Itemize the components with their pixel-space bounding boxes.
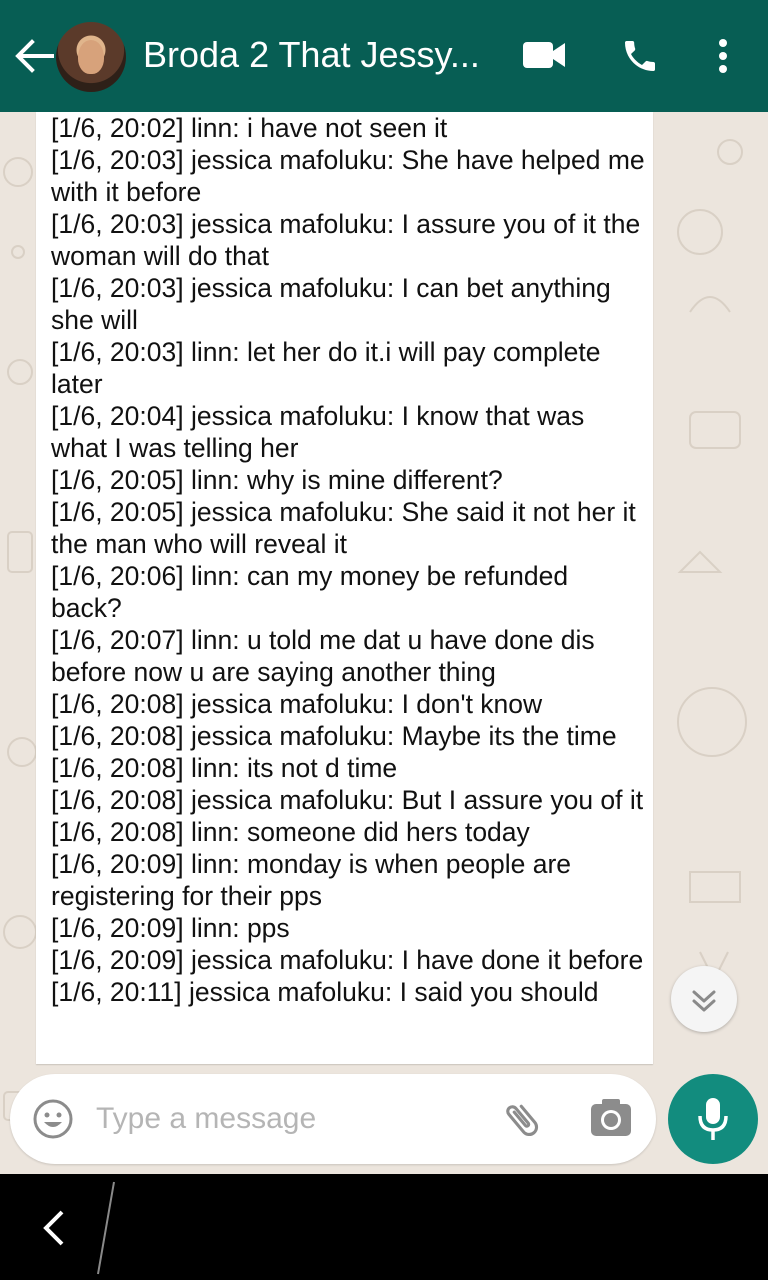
message-list: [1/6, 20:02] linn: i have not seen it [1/… bbox=[51, 112, 646, 1008]
more-options-icon[interactable] bbox=[716, 38, 730, 74]
message-line: [1/6, 20:11] jessica mafoluku: I said yo… bbox=[51, 977, 599, 1007]
message-line: [1/6, 20:03] jessica mafoluku: I can bet… bbox=[51, 273, 611, 335]
system-navigation-bar bbox=[0, 1174, 768, 1280]
emoji-icon[interactable] bbox=[32, 1098, 74, 1140]
message-line: [1/6, 20:08] jessica mafoluku: Maybe its… bbox=[51, 721, 617, 751]
avatar[interactable] bbox=[56, 22, 126, 92]
message-input[interactable]: Type a message bbox=[96, 1102, 316, 1136]
double-chevron-down-icon bbox=[692, 990, 716, 1012]
message-line: [1/6, 20:09] linn: pps bbox=[51, 913, 290, 943]
scroll-to-bottom-button[interactable] bbox=[671, 966, 737, 1032]
nav-back-icon[interactable] bbox=[40, 1210, 66, 1246]
message-line: [1/6, 20:09] linn: monday is when people… bbox=[51, 849, 572, 911]
message-line: [1/6, 20:02] linn: i have not seen it bbox=[51, 113, 448, 143]
voice-message-button[interactable] bbox=[668, 1074, 758, 1164]
camera-icon[interactable] bbox=[590, 1098, 632, 1138]
message-line: [1/6, 20:03] linn: let her do it.i will … bbox=[51, 337, 601, 399]
message-line: [1/6, 20:09] jessica mafoluku: I have do… bbox=[51, 945, 644, 975]
message-line: [1/6, 20:05] jessica mafoluku: She said … bbox=[51, 497, 636, 559]
message-line: [1/6, 20:05] linn: why is mine different… bbox=[51, 465, 503, 495]
message-line: [1/6, 20:08] jessica mafoluku: But I ass… bbox=[51, 785, 644, 815]
phone-icon[interactable] bbox=[620, 36, 660, 76]
message-line: [1/6, 20:07] linn: u told me dat u have … bbox=[51, 625, 595, 687]
chat-header: Broda 2 That Jessy... bbox=[0, 0, 768, 112]
back-arrow-icon[interactable] bbox=[14, 38, 54, 74]
video-call-icon[interactable] bbox=[522, 40, 566, 70]
attach-icon[interactable] bbox=[500, 1098, 544, 1142]
contact-name[interactable]: Broda 2 That Jessy... bbox=[143, 34, 483, 76]
message-line: [1/6, 20:03] jessica mafoluku: I assure … bbox=[51, 209, 641, 271]
nav-divider-icon bbox=[97, 1181, 115, 1275]
message-line: [1/6, 20:03] jessica mafoluku: She have … bbox=[51, 145, 645, 207]
mic-icon bbox=[698, 1098, 728, 1140]
message-line: [1/6, 20:08] linn: its not d time bbox=[51, 753, 398, 783]
message-line: [1/6, 20:08] linn: someone did hers toda… bbox=[51, 817, 530, 847]
message-line: [1/6, 20:04] jessica mafoluku: I know th… bbox=[51, 401, 585, 463]
message-bubble: [1/6, 20:02] linn: i have not seen it [1/… bbox=[36, 112, 653, 1064]
message-composer[interactable]: Type a message bbox=[10, 1074, 656, 1164]
message-line: [1/6, 20:08] jessica mafoluku: I don't k… bbox=[51, 689, 543, 719]
message-line: [1/6, 20:06] linn: can my money be refun… bbox=[51, 561, 569, 623]
